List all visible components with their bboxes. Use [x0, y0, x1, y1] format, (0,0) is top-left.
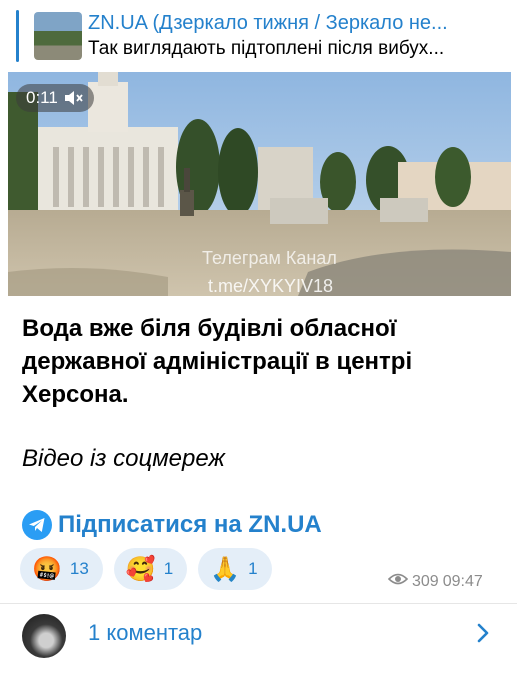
subscribe-link[interactable]: Підписатися на ZN.UA	[22, 510, 322, 540]
angry-face-emoji-icon: 🤬	[32, 555, 62, 583]
message-italic-caption: Відео із соцмереж	[22, 445, 225, 472]
telegram-icon	[22, 510, 52, 540]
message-card: ZN.UA (Дзеркало тижня / Зеркало не... Та…	[0, 0, 517, 674]
reply-thumbnail	[34, 12, 82, 60]
avatar	[22, 614, 66, 658]
praying-hands-emoji-icon: 🙏	[210, 555, 241, 583]
comments-label: 1 коментар	[88, 620, 203, 645]
reaction-count: 1	[248, 559, 258, 578]
view-count: 309	[412, 572, 439, 590]
watermark-line2: t.me/XYKYIV18	[208, 276, 334, 296]
reaction-count: 1	[163, 559, 174, 578]
reply-preview-text: Так виглядають підтоплені після вибух...	[88, 38, 445, 59]
video-timer[interactable]: 0:11	[16, 84, 94, 112]
reaction-love[interactable]: 🥰 1	[113, 548, 188, 590]
reply-accent-bar	[16, 10, 19, 62]
chevron-right-icon	[476, 622, 490, 648]
subscribe-link-label[interactable]: Підписатися на ZN.UA	[58, 511, 322, 539]
eye-icon	[387, 572, 409, 591]
reaction-pray[interactable]: 🙏 1	[198, 548, 272, 590]
reactions-row: 🤬 13 🥰 1 🙏 1	[20, 548, 272, 590]
comments-button[interactable]: 1 коментар	[0, 604, 517, 666]
reaction-angry[interactable]: 🤬 13	[20, 548, 103, 590]
message-meta: 309 09:47	[387, 572, 483, 591]
smiling-hearts-emoji-icon: 🥰	[125, 555, 156, 583]
message-text: Вода вже біля будівлі обласної державної…	[22, 315, 413, 408]
video-player[interactable]: 0:11 Телеграм Канал t.me/XYKYIV18	[8, 72, 511, 296]
reply-channel-name: ZN.UA (Дзеркало тижня / Зеркало не...	[88, 12, 448, 34]
reply-header[interactable]: ZN.UA (Дзеркало тижня / Зеркало не... Та…	[16, 8, 506, 64]
message-time: 09:47	[442, 572, 483, 590]
mute-icon[interactable]	[64, 90, 84, 106]
watermark-line1: Телеграм Канал	[202, 248, 337, 268]
reaction-count: 13	[69, 559, 89, 578]
video-duration: 0:11	[26, 88, 58, 107]
